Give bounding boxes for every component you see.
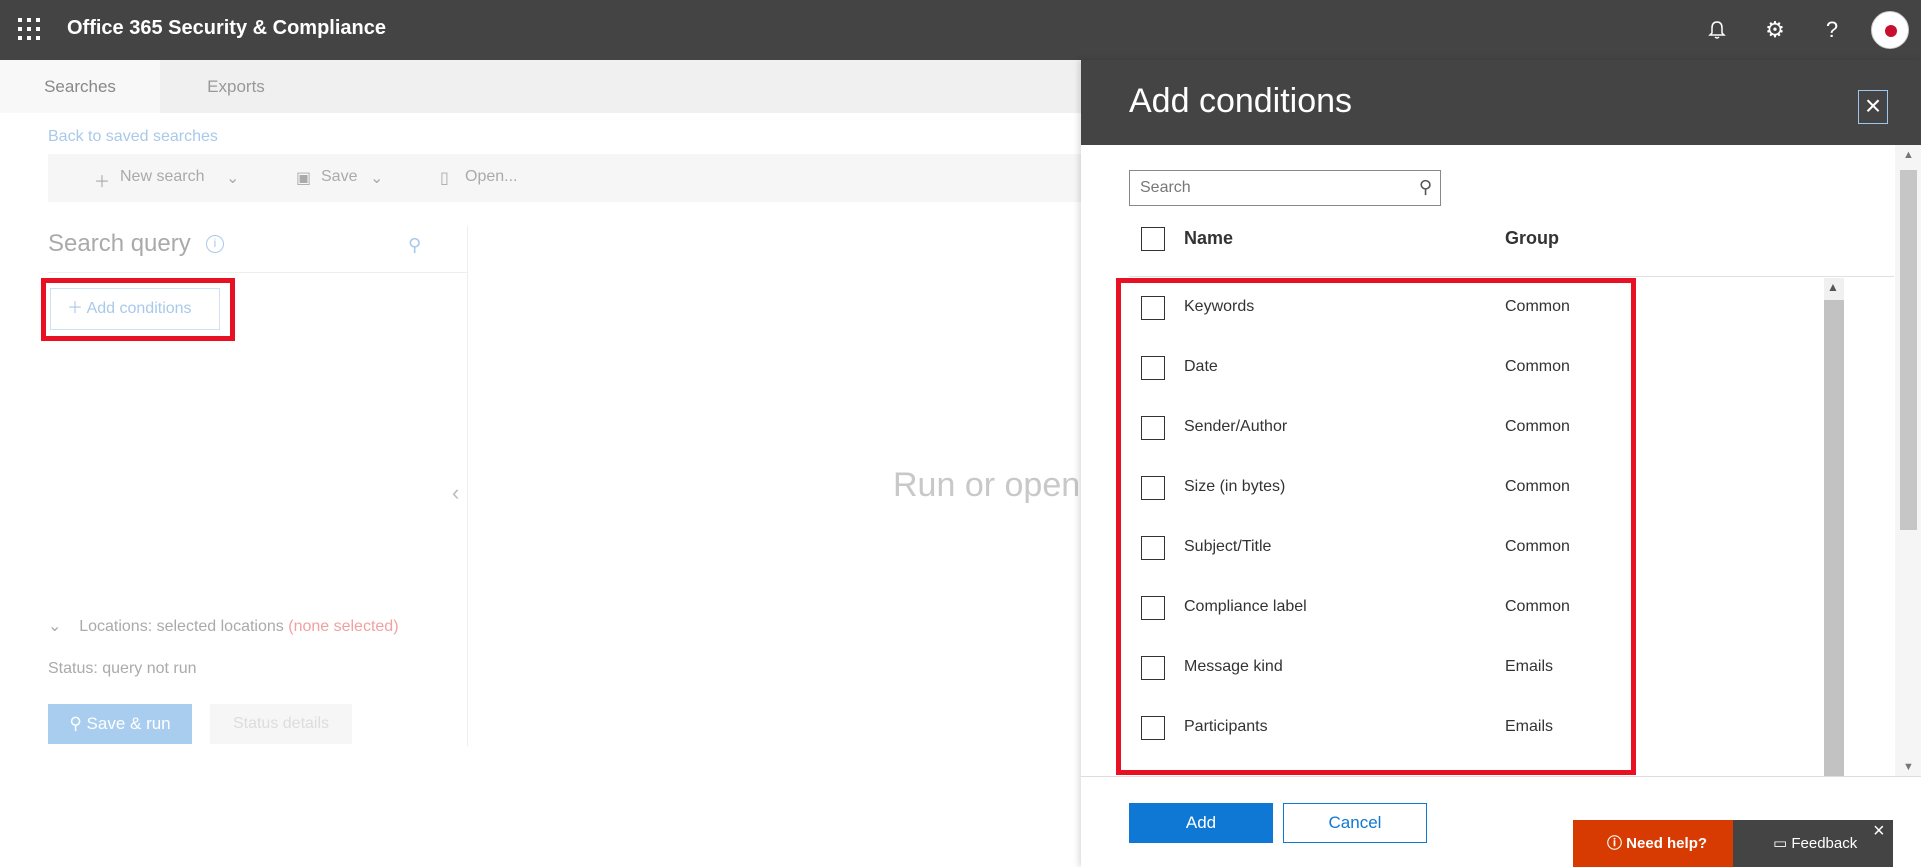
- app-title[interactable]: Office 365 Security & Compliance: [67, 17, 386, 40]
- add-button[interactable]: Add: [1129, 803, 1273, 843]
- close-icon[interactable]: ×: [1858, 90, 1888, 124]
- chevron-left-icon[interactable]: ‹: [452, 480, 459, 506]
- list-scrollbar[interactable]: ▲: [1824, 278, 1844, 776]
- column-header-name[interactable]: Name: [1184, 228, 1233, 249]
- highlight-box: [1116, 278, 1636, 775]
- divider: [1129, 276, 1894, 277]
- column-header-group[interactable]: Group: [1505, 228, 1559, 249]
- locations-toggle[interactable]: ⌄ Locations: selected locations (none se…: [48, 616, 399, 636]
- close-icon[interactable]: ×: [1873, 820, 1885, 843]
- save-dropdown-icon[interactable]: ⌄: [370, 168, 383, 188]
- tab-bar: Searches Exports: [0, 60, 1081, 113]
- top-bar: Office 365 Security & Compliance ⚙ ?: [0, 0, 1921, 60]
- select-all-checkbox[interactable]: [1141, 227, 1165, 251]
- locations-label: Locations: selected locations: [79, 618, 284, 635]
- app-launcher-icon[interactable]: [18, 18, 40, 40]
- tab-searches[interactable]: Searches: [0, 60, 160, 113]
- divider: [467, 226, 468, 746]
- conditions-search-input[interactable]: [1130, 171, 1400, 205]
- back-to-saved-searches-link[interactable]: Back to saved searches: [48, 128, 218, 146]
- status-text: Status: query not run: [48, 660, 197, 677]
- panel-scrollbar[interactable]: ▲ ▼: [1895, 145, 1921, 777]
- scroll-down-icon[interactable]: ▼: [1903, 761, 1914, 773]
- save-and-run-button[interactable]: ⚲ Save & run: [48, 704, 192, 744]
- save-icon: ▣: [296, 170, 312, 187]
- results-placeholder-text: Run or open: [893, 466, 1081, 504]
- panel-header: Add conditions ×: [1081, 60, 1921, 145]
- add-conditions-panel: Add conditions × ⚲ Name Group Keywords C…: [1081, 60, 1921, 867]
- gear-icon[interactable]: ⚙: [1761, 16, 1789, 44]
- search-toolbar: ＋ New search ⌄ ▣ Save ⌄ ▯ Open...: [48, 154, 1081, 202]
- plus-icon: ＋: [94, 174, 111, 191]
- new-search-button[interactable]: New search: [120, 168, 204, 186]
- avatar[interactable]: [1871, 11, 1909, 49]
- open-button[interactable]: Open...: [465, 168, 517, 186]
- bell-icon[interactable]: [1703, 16, 1731, 44]
- chevron-down-icon: ⌄: [48, 618, 75, 635]
- scrollbar-thumb[interactable]: [1824, 300, 1844, 776]
- divider: [48, 272, 468, 273]
- scrollbar-thumb[interactable]: [1900, 170, 1917, 530]
- search-query-title: Search query: [48, 230, 191, 257]
- need-help-button[interactable]: ⓘ Need help?: [1573, 820, 1733, 867]
- status-details-button[interactable]: Status details: [210, 704, 352, 744]
- panel-title: Add conditions: [1129, 82, 1353, 120]
- scroll-up-icon[interactable]: ▲: [1903, 149, 1914, 161]
- language-icon[interactable]: ⚲: [408, 235, 421, 256]
- highlight-box: [41, 278, 235, 341]
- tab-exports[interactable]: Exports: [160, 60, 312, 113]
- open-icon: ▯: [440, 170, 449, 187]
- comment-icon: ▭: [1773, 835, 1792, 852]
- help-icon[interactable]: ?: [1818, 16, 1846, 44]
- new-search-dropdown-icon[interactable]: ⌄: [226, 168, 239, 188]
- locations-none-selected: (none selected): [288, 618, 399, 635]
- divider: [1081, 776, 1921, 777]
- cancel-button[interactable]: Cancel: [1283, 803, 1427, 843]
- help-circle-icon: ⓘ: [1607, 835, 1627, 852]
- search-icon[interactable]: ⚲: [1419, 177, 1432, 198]
- feedback-button[interactable]: ▭ Feedback: [1733, 820, 1893, 867]
- info-icon[interactable]: i: [206, 235, 224, 253]
- search-icon: ⚲: [69, 714, 87, 733]
- conditions-search-box: ⚲: [1129, 170, 1441, 206]
- save-button[interactable]: Save: [321, 168, 357, 186]
- scroll-up-icon[interactable]: ▲: [1827, 280, 1839, 294]
